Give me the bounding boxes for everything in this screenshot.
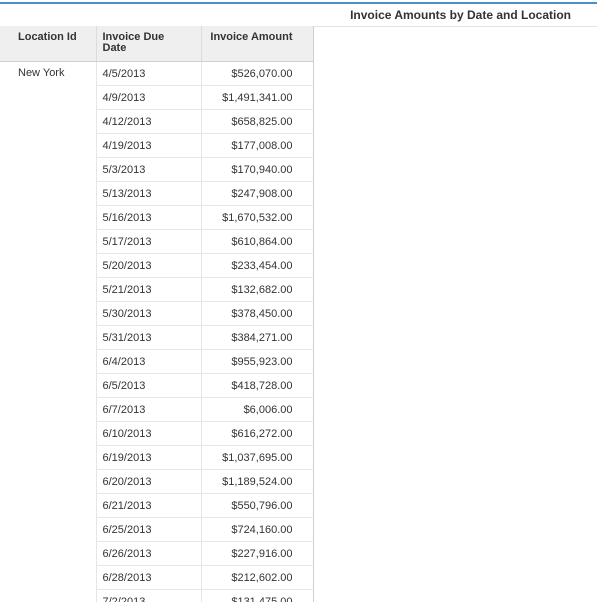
invoice-due-date-cell: 5/31/2013	[96, 325, 202, 350]
report-page: Invoice Amounts by Date and Location Loc…	[0, 0, 597, 602]
table-row: New York 4/5/2013 $526,070.00	[0, 61, 314, 602]
invoice-due-date-cell: 6/19/2013	[96, 445, 202, 470]
invoice-amount-cell: $131,475.00	[201, 589, 314, 602]
invoice-due-date-cell: 6/5/2013	[96, 373, 202, 398]
invoice-amount-cell: $1,670,532.00	[201, 205, 314, 230]
table-body: New York 4/5/2013 $526,070.00 4/9/2013 $1,49…	[0, 61, 314, 602]
invoice-amount-cell: $418,728.00	[201, 373, 314, 398]
invoice-amount-cell: $1,491,341.00	[201, 85, 314, 110]
report-title: Invoice Amounts by Date and Location	[350, 8, 571, 22]
column-header-label: Invoice Due Date	[102, 31, 165, 54]
invoice-amount-cell: $233,454.00	[201, 253, 314, 278]
invoice-due-date-cell: 6/26/2013	[96, 541, 202, 566]
invoice-amount-cell: $6,006.00	[201, 397, 314, 422]
column-header-invoice-due-date[interactable]: Invoice Due Date	[96, 26, 202, 62]
invoice-due-date-cell: 6/21/2013	[96, 493, 202, 518]
invoice-amount-cell: $1,189,524.00	[201, 469, 314, 494]
invoice-table-container: Location Id Invoice Due Date Invoice Amo…	[0, 26, 314, 602]
invoice-due-date-cell: 5/21/2013	[96, 277, 202, 302]
invoice-due-date-cell: 5/3/2013	[96, 157, 202, 182]
invoice-amount-cell: $616,272.00	[201, 421, 314, 446]
invoice-due-date-cell: 7/2/2013	[96, 589, 202, 602]
invoice-amount-cell: $227,916.00	[201, 541, 314, 566]
invoice-amount-cell: $610,864.00	[201, 229, 314, 254]
invoice-amount-cell: $378,450.00	[201, 301, 314, 326]
invoice-due-date-cell: 5/30/2013	[96, 301, 202, 326]
invoice-due-date-cell: 5/16/2013	[96, 205, 202, 230]
invoice-due-date-cell: 6/7/2013	[96, 397, 202, 422]
column-header-label: Location Id	[18, 31, 77, 43]
invoice-amount-cell: $212,602.00	[201, 565, 314, 590]
invoice-amount-cell: $384,271.00	[201, 325, 314, 350]
invoice-due-date-cell: 4/12/2013	[96, 109, 202, 134]
invoice-due-date-cell: 5/20/2013	[96, 253, 202, 278]
invoice-amount-cell: $526,070.00	[201, 61, 314, 86]
invoice-amount-cell: $724,160.00	[201, 517, 314, 542]
invoice-amount-cell: $955,923.00	[201, 349, 314, 374]
table-header-row: Location Id Invoice Due Date Invoice Amo…	[0, 26, 314, 62]
invoice-due-date-cell: 5/17/2013	[96, 229, 202, 254]
invoice-due-date-cell: 4/19/2013	[96, 133, 202, 158]
invoice-due-date-cell: 5/13/2013	[96, 181, 202, 206]
column-header-label: Invoice Amount	[210, 31, 293, 43]
invoice-due-date-cell: 6/20/2013	[96, 469, 202, 494]
invoice-table: Location Id Invoice Due Date Invoice Amo…	[0, 26, 314, 602]
report-header: Invoice Amounts by Date and Location	[0, 4, 597, 27]
invoice-amount-cell: $132,682.00	[201, 277, 314, 302]
invoice-due-date-cell: 6/4/2013	[96, 349, 202, 374]
invoice-amount-cell: $177,008.00	[201, 133, 314, 158]
column-header-location-id[interactable]: Location Id	[0, 26, 97, 62]
invoice-due-date-cell: 6/10/2013	[96, 421, 202, 446]
invoice-due-date-cell: 6/28/2013	[96, 565, 202, 590]
column-header-invoice-amount[interactable]: Invoice Amount	[201, 26, 314, 62]
invoice-amount-cell: $658,825.00	[201, 109, 314, 134]
invoice-amount-cell: $170,940.00	[201, 157, 314, 182]
invoice-amount-cell: $247,908.00	[201, 181, 314, 206]
invoice-due-date-cell: 6/25/2013	[96, 517, 202, 542]
location-cell: New York	[0, 61, 97, 602]
invoice-amount-cell: $1,037,695.00	[201, 445, 314, 470]
invoice-due-date-cell: 4/5/2013	[96, 61, 202, 86]
invoice-due-date-cell: 4/9/2013	[96, 85, 202, 110]
invoice-amount-cell: $550,796.00	[201, 493, 314, 518]
